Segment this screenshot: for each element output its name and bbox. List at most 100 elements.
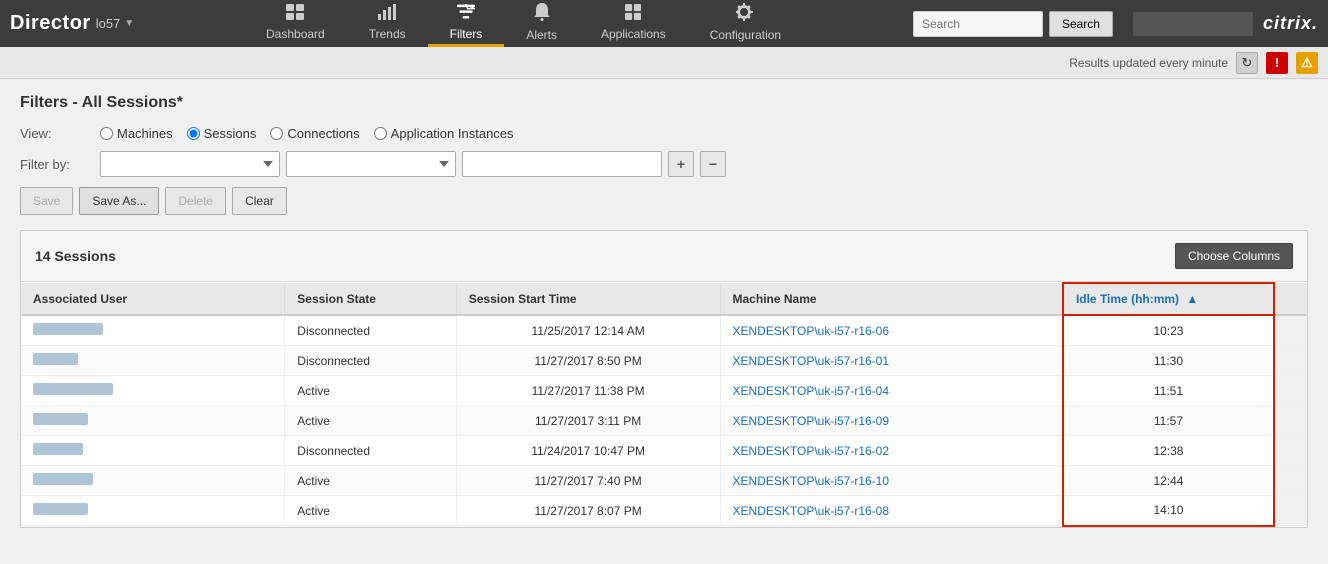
table-row: Disconnected11/25/2017 12:14 AMXENDESKTO…	[21, 315, 1307, 346]
col-idle-time[interactable]: Idle Time (hh:mm) ▲	[1063, 283, 1274, 315]
error-indicator[interactable]: !	[1266, 52, 1288, 74]
view-filter-row: View: Machines Sessions Connections Appl…	[20, 126, 1308, 141]
col-idle-time-label: Idle Time (hh:mm)	[1076, 292, 1179, 306]
cell-state: Active	[285, 466, 456, 496]
action-buttons: Save Save As... Delete Clear	[20, 187, 1308, 215]
col-machine-name[interactable]: Machine Name	[720, 283, 1063, 315]
save-button[interactable]: Save	[20, 187, 73, 215]
nav-item-applications-label: Applications	[601, 27, 666, 41]
table-header-row: Associated User Session State Session St…	[21, 283, 1307, 315]
cell-state: Disconnected	[285, 315, 456, 346]
warning-indicator[interactable]: ⚠	[1296, 52, 1318, 74]
search-button[interactable]: Search	[1049, 11, 1113, 37]
delete-button[interactable]: Delete	[165, 187, 226, 215]
page-title: Filters - All Sessions*	[20, 94, 1308, 112]
cell-start-time: 11/25/2017 12:14 AM	[456, 315, 720, 346]
filter-select-2[interactable]	[286, 151, 456, 177]
cell-machine-name[interactable]: XENDESKTOP\uk-i57-r16-01	[720, 346, 1063, 376]
cell-machine-name[interactable]: XENDESKTOP\uk-i57-r16-02	[720, 436, 1063, 466]
cell-scroll	[1274, 466, 1307, 496]
nav-item-configuration[interactable]: Configuration	[688, 0, 803, 47]
cell-idle-time: 14:10	[1063, 496, 1274, 526]
filter-select-1[interactable]	[100, 151, 280, 177]
cell-machine-name[interactable]: XENDESKTOP\uk-i57-r16-09	[720, 406, 1063, 436]
nav-item-filters[interactable]: Filters	[428, 0, 505, 47]
cell-state: Disconnected	[285, 436, 456, 466]
view-radio-group: Machines Sessions Connections Applicatio…	[100, 126, 514, 141]
cell-start-time: 11/27/2017 8:07 PM	[456, 496, 720, 526]
status-bar: Results updated every minute ↻ ! ⚠	[0, 47, 1328, 79]
refresh-button[interactable]: ↻	[1236, 52, 1258, 74]
col-associated-user[interactable]: Associated User	[21, 283, 285, 315]
cell-idle-time: 11:57	[1063, 406, 1274, 436]
cell-machine-name[interactable]: XENDESKTOP\uk-i57-r16-10	[720, 466, 1063, 496]
nav-item-alerts[interactable]: Alerts	[504, 0, 579, 47]
table-row: Active11/27/2017 3:11 PMXENDESKTOP\uk-i5…	[21, 406, 1307, 436]
filter-by-label: Filter by:	[20, 157, 90, 172]
filter-by-row: Filter by: + −	[20, 151, 1308, 177]
user-display	[1133, 12, 1253, 36]
remove-filter-button[interactable]: −	[700, 151, 726, 177]
nav-items: Dashboard Trends	[244, 0, 803, 47]
cell-machine-name[interactable]: XENDESKTOP\uk-i57-r16-08	[720, 496, 1063, 526]
cell-start-time: 11/27/2017 11:38 PM	[456, 376, 720, 406]
cell-start-time: 11/24/2017 10:47 PM	[456, 436, 720, 466]
nav-item-alerts-label: Alerts	[526, 28, 557, 42]
radio-sessions-input[interactable]	[187, 127, 200, 140]
nav-item-dashboard[interactable]: Dashboard	[244, 0, 347, 47]
radio-connections-input[interactable]	[270, 127, 283, 140]
trends-icon	[378, 4, 396, 25]
radio-connections[interactable]: Connections	[270, 126, 359, 141]
radio-sessions[interactable]: Sessions	[187, 126, 257, 141]
cell-scroll	[1274, 376, 1307, 406]
radio-connections-label: Connections	[287, 126, 359, 141]
cell-idle-time: 11:51	[1063, 376, 1274, 406]
site-selector[interactable]: lo57 ▼	[96, 16, 134, 31]
save-as-button[interactable]: Save As...	[79, 187, 159, 215]
col-session-state[interactable]: Session State	[285, 283, 456, 315]
cell-scroll	[1274, 496, 1307, 526]
table-row: Disconnected11/24/2017 10:47 PMXENDESKTO…	[21, 436, 1307, 466]
table-header: Associated User Session State Session St…	[21, 283, 1307, 315]
cell-idle-time: 12:44	[1063, 466, 1274, 496]
radio-app-instances-label: Application Instances	[391, 126, 514, 141]
configuration-icon	[736, 3, 754, 26]
cell-state: Disconnected	[285, 346, 456, 376]
clear-button[interactable]: Clear	[232, 187, 287, 215]
radio-app-instances[interactable]: Application Instances	[374, 126, 514, 141]
cell-start-time: 11/27/2017 8:50 PM	[456, 346, 720, 376]
cell-machine-name[interactable]: XENDESKTOP\uk-i57-r16-06	[720, 315, 1063, 346]
cell-user	[21, 406, 285, 436]
nav-item-configuration-label: Configuration	[710, 28, 781, 42]
status-text: Results updated every minute	[1069, 56, 1228, 70]
chevron-down-icon: ▼	[124, 18, 134, 29]
col-session-start-time[interactable]: Session Start Time	[456, 283, 720, 315]
nav-item-trends[interactable]: Trends	[347, 0, 428, 47]
citrix-logo: citrix.	[1263, 13, 1318, 34]
alerts-icon	[534, 3, 550, 26]
add-filter-button[interactable]: +	[668, 151, 694, 177]
view-label: View:	[20, 126, 90, 141]
dashboard-icon	[286, 4, 304, 25]
nav-item-dashboard-label: Dashboard	[266, 27, 325, 41]
nav-item-applications[interactable]: Applications	[579, 0, 688, 47]
nav-item-filters-label: Filters	[450, 27, 483, 41]
cell-machine-name[interactable]: XENDESKTOP\uk-i57-r16-04	[720, 376, 1063, 406]
cell-user	[21, 346, 285, 376]
sessions-container: 14 Sessions Choose Columns Associated Us…	[20, 230, 1308, 528]
search-area: Search	[913, 11, 1123, 37]
filter-controls: + −	[100, 151, 726, 177]
cell-scroll	[1274, 315, 1307, 346]
cell-state: Active	[285, 376, 456, 406]
table-row: Active11/27/2017 8:07 PMXENDESKTOP\uk-i5…	[21, 496, 1307, 526]
cell-user	[21, 436, 285, 466]
radio-machines-input[interactable]	[100, 127, 113, 140]
radio-app-instances-input[interactable]	[374, 127, 387, 140]
cell-state: Active	[285, 406, 456, 436]
choose-columns-button[interactable]: Choose Columns	[1175, 243, 1293, 269]
table-row: Disconnected11/27/2017 8:50 PMXENDESKTOP…	[21, 346, 1307, 376]
search-input[interactable]	[913, 11, 1043, 37]
filter-text-input[interactable]	[462, 151, 662, 177]
radio-machines[interactable]: Machines	[100, 126, 173, 141]
main-content: Filters - All Sessions* View: Machines S…	[0, 79, 1328, 543]
